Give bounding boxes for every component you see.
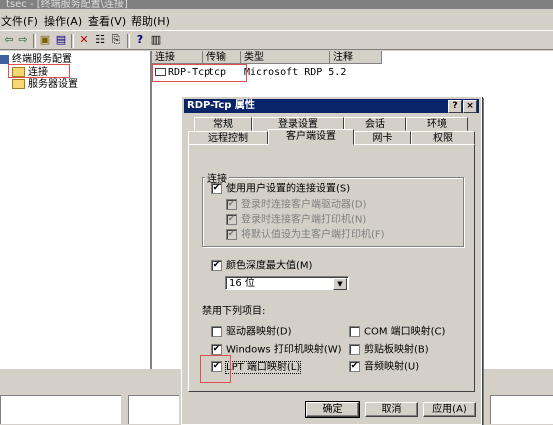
connect-drives-checkbox[interactable]: ✔ 登录时连接客户端驱动器(D) xyxy=(226,199,367,212)
checkbox-checked: ✔ xyxy=(211,260,222,271)
tab-general[interactable]: 常规 xyxy=(194,117,252,131)
forward-icon[interactable]: ⇨ xyxy=(16,33,30,47)
status-panel xyxy=(490,395,553,424)
checkbox-label: 剪贴板映射(B) xyxy=(364,344,429,356)
toolbar-separator xyxy=(33,34,36,48)
properties-dialog: RDP-Tcp 属性 ? × 常规 登录设置 会话 环境 远程控制 客户端设置 … xyxy=(181,96,482,425)
cancel-button[interactable]: 取消 xyxy=(365,402,418,417)
checkbox-checked: ✔ xyxy=(226,199,237,210)
audio-mapping-checkbox[interactable]: ✔ 音频映射(U) xyxy=(349,361,419,374)
column-header-type[interactable]: 类型 xyxy=(241,51,330,64)
checkbox-label: 驱动器映射(D) xyxy=(226,326,292,338)
checkbox-checked: ✔ xyxy=(226,229,237,240)
use-user-settings-checkbox[interactable]: ✔ 使用用户设置的连接设置(S) xyxy=(211,183,350,196)
column-header-connection[interactable]: 连接 xyxy=(152,51,203,64)
tab-panel-client-settings: 连接 ✔ 使用用户设置的连接设置(S) ✔ 登录时连接客户端驱动器(D) ✔ 登录时连… xyxy=(188,144,475,392)
checkbox-label: LPT 端口映射(L) xyxy=(224,360,302,374)
toolbar-separator xyxy=(71,34,74,48)
checkbox-label: 登录时连接客户端打印机(N) xyxy=(241,214,367,226)
connect-printers-checkbox[interactable]: ✔ 登录时连接客户端打印机(N) xyxy=(226,214,366,227)
menu-view[interactable]: 查看(V) xyxy=(88,13,126,29)
dialog-title-bar[interactable]: RDP-Tcp 属性 ? × xyxy=(184,99,479,113)
checkbox-label: COM 端口映射(C) xyxy=(364,326,446,338)
tab-permissions[interactable]: 权限 xyxy=(411,131,475,145)
annotation-box xyxy=(200,355,231,383)
help-icon[interactable]: ? xyxy=(133,33,147,47)
ok-button[interactable]: 确定 xyxy=(305,401,360,418)
column-header-transport[interactable]: 传输 xyxy=(203,51,241,64)
default-main-printer-checkbox[interactable]: ✔ 将默认值设为主客户端打印机(F) xyxy=(226,229,385,242)
toolbar-separator xyxy=(127,34,130,48)
checkbox-label: 颜色深度最大值(M) xyxy=(226,260,313,272)
checkbox-label: 将默认值设为主客户端打印机(F) xyxy=(241,229,385,241)
folder-up-icon[interactable]: ▣ xyxy=(38,33,52,47)
view-icon[interactable]: ▥ xyxy=(149,33,163,47)
terminal-services-icon xyxy=(0,54,9,64)
tab-client-settings[interactable]: 客户端设置 xyxy=(268,129,354,145)
status-panel xyxy=(0,395,121,424)
status-panel xyxy=(128,395,179,424)
menu-help[interactable]: 帮助(H) xyxy=(131,13,170,29)
properties-icon[interactable]: ☷ xyxy=(93,33,107,47)
menu-action[interactable]: 操作(A) xyxy=(44,13,82,29)
checkbox-checked: ✔ xyxy=(211,183,222,194)
folder-icon xyxy=(12,79,25,89)
row-type: Microsoft RDP 5.2 xyxy=(244,67,347,78)
annotation-box xyxy=(8,64,70,78)
help-button[interactable]: ? xyxy=(448,100,462,113)
column-header-comment[interactable]: 注释 xyxy=(330,51,382,64)
tree-item-server-settings[interactable]: 服务器设置 xyxy=(12,78,78,91)
checkbox-unchecked xyxy=(349,344,360,355)
show-tree-icon[interactable]: ▤ xyxy=(54,33,68,47)
checkbox-checked: ✔ xyxy=(211,344,222,355)
checkbox-checked: ✔ xyxy=(349,361,360,372)
color-depth-checkbox[interactable]: ✔ 颜色深度最大值(M) xyxy=(211,260,312,273)
com-port-mapping-checkbox[interactable]: COM 端口映射(C) xyxy=(349,326,445,339)
clipboard-mapping-checkbox[interactable]: 剪贴板映射(B) xyxy=(349,344,429,357)
checkbox-unchecked xyxy=(349,326,360,337)
apply-button[interactable]: 应用(A) xyxy=(423,402,476,417)
tree-item-label: 服务器设置 xyxy=(28,79,78,90)
checkbox-label: 登录时连接客户端驱动器(D) xyxy=(241,199,367,211)
chevron-down-icon[interactable]: ▼ xyxy=(333,278,347,290)
checkbox-unchecked xyxy=(211,326,222,337)
tab-environment[interactable]: 环境 xyxy=(406,117,468,131)
main-window-title: tsec - [终端服务配置\连接] xyxy=(0,0,553,9)
disable-section-label: 禁用下列项目: xyxy=(202,306,266,317)
back-icon[interactable]: ⇦ xyxy=(2,33,16,47)
drive-mapping-checkbox[interactable]: 驱动器映射(D) xyxy=(211,326,292,339)
menu-bar: 文件(F) 操作(A) 查看(V) 帮助(H) xyxy=(0,11,553,29)
checkbox-label: 音频映射(U) xyxy=(364,361,420,373)
tree-pane: 终端服务配置 连接 服务器设置 xyxy=(0,51,152,369)
color-depth-select[interactable]: 16 位 ▼ xyxy=(225,276,349,290)
toolbar: ⇦ ⇨ ▣ ▤ ✕ ☷ ⎘ ? ▥ xyxy=(0,30,553,50)
close-button[interactable]: × xyxy=(463,100,477,113)
export-icon[interactable]: ⎘ xyxy=(109,33,123,47)
delete-icon[interactable]: ✕ xyxy=(77,33,91,47)
color-depth-value: 16 位 xyxy=(229,278,255,289)
checkbox-label: Windows 打印机映射(W) xyxy=(226,344,342,356)
tab-network-adapter[interactable]: 网卡 xyxy=(354,131,411,145)
tab-remote-control[interactable]: 远程控制 xyxy=(188,131,268,145)
menu-file[interactable]: 文件(F) xyxy=(1,13,38,29)
checkbox-label: 使用用户设置的连接设置(S) xyxy=(226,183,351,195)
dialog-title: RDP-Tcp 属性 xyxy=(187,100,255,111)
checkbox-checked: ✔ xyxy=(226,214,237,225)
annotation-box xyxy=(152,64,247,82)
